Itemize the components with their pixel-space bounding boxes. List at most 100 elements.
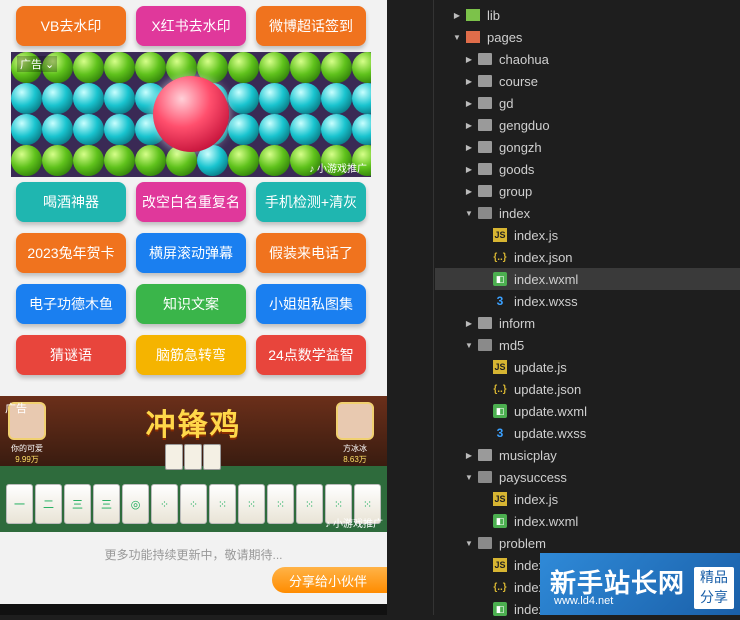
chevron-right-icon[interactable]: ▶: [463, 77, 475, 86]
bottom-bar: [0, 604, 387, 615]
tree-item[interactable]: ▶ gongzh: [435, 136, 740, 158]
folder-icon: [478, 317, 492, 329]
chevron-down-icon[interactable]: ▼: [463, 473, 475, 482]
chevron-right-icon[interactable]: ▶: [463, 55, 475, 64]
ad-source: ♪ 小游戏推广: [325, 519, 383, 530]
tree-item[interactable]: ▶ lib: [435, 4, 740, 26]
feature-button[interactable]: 横屏滚动弹幕: [136, 233, 246, 273]
red-bubble: [153, 76, 229, 152]
tree-item-label: update.js: [514, 359, 567, 375]
mahjong-tile: 三: [64, 484, 91, 524]
mahjong-tile: ⁘: [180, 484, 207, 524]
chevron-right-icon[interactable]: ▶: [463, 451, 475, 460]
bubble: [42, 145, 73, 176]
ad-tag: 广告: [5, 403, 27, 415]
chevron-down-icon[interactable]: ▼: [463, 539, 475, 548]
panel-divider[interactable]: [433, 0, 434, 615]
tree-item[interactable]: ▼ pages: [435, 26, 740, 48]
feature-button[interactable]: 24点数学益智: [256, 335, 366, 375]
tree-item[interactable]: ◧ index.wxml: [435, 268, 740, 290]
tree-item[interactable]: 3 index.wxss: [435, 290, 740, 312]
more-coming-text: 更多功能持续更新中，敬请期待...: [104, 548, 283, 562]
folder-icon: [478, 207, 492, 219]
bubble: [321, 83, 352, 114]
tree-item[interactable]: {..} index.json: [435, 246, 740, 268]
feature-button[interactable]: 手机检测+清灰: [256, 182, 366, 222]
tree-item[interactable]: ▶ inform: [435, 312, 740, 334]
tree-item[interactable]: ◧ update.wxml: [435, 400, 740, 422]
tree-item[interactable]: 3 update.wxss: [435, 422, 740, 444]
folder-icon: [478, 185, 492, 197]
feature-button[interactable]: 小姐姐私图集: [256, 284, 366, 324]
tree-item[interactable]: ▶ gd: [435, 92, 740, 114]
tree-item[interactable]: ▼ index: [435, 202, 740, 224]
chevron-right-icon[interactable]: ▶: [463, 143, 475, 152]
tree-item[interactable]: ▶ musicplay: [435, 444, 740, 466]
feature-button[interactable]: 微博超话签到: [256, 6, 366, 46]
folder-icon: [478, 97, 492, 109]
tree-item-label: index.js: [514, 227, 559, 243]
player-name-right: 方冰冰: [343, 444, 367, 453]
tree-item[interactable]: JS index.js: [435, 224, 740, 246]
tree-item[interactable]: {..} update.json: [435, 378, 740, 400]
tree-item-label: index.js: [514, 491, 559, 507]
banner-ad-bubble-game[interactable]: 广告 ⌄ ♪ 小游戏推广: [11, 52, 371, 177]
feature-button[interactable]: 改空白名重复名: [136, 182, 246, 222]
chevron-down-icon[interactable]: ▼: [463, 341, 475, 350]
bubble: [321, 52, 352, 83]
chevron-right-icon[interactable]: ▶: [463, 187, 475, 196]
mahjong-tile: ◎: [122, 484, 149, 524]
tree-item[interactable]: ▶ goods: [435, 158, 740, 180]
tree-item[interactable]: ▼ md5: [435, 334, 740, 356]
feature-button[interactable]: 电子功德木鱼: [16, 284, 126, 324]
bubble: [135, 52, 166, 83]
tree-item[interactable]: ▶ course: [435, 70, 740, 92]
feature-button[interactable]: X红书去水印: [136, 6, 246, 46]
feature-button[interactable]: 知识文案: [136, 284, 246, 324]
chevron-right-icon[interactable]: ▶: [463, 165, 475, 174]
feature-row-3: 2023兔年贺卡 横屏滚动弹幕 假装来电话了: [16, 233, 366, 273]
tree-item[interactable]: JS index.js: [435, 488, 740, 510]
chevron-down-icon[interactable]: ▼: [451, 33, 463, 42]
chevron-right-icon[interactable]: ▶: [463, 121, 475, 130]
feature-button[interactable]: 2023兔年贺卡: [16, 233, 126, 273]
chevron-right-icon[interactable]: ▶: [463, 319, 475, 328]
folder-icon: [478, 163, 492, 175]
wxss-file-icon: 3: [496, 294, 504, 308]
share-button[interactable]: 分享给小伙伴: [272, 567, 387, 593]
chevron-right-icon[interactable]: ▶: [451, 11, 463, 20]
js-file-icon: JS: [493, 360, 507, 374]
feature-row-2: 喝酒神器 改空白名重复名 手机检测+清灰: [16, 182, 366, 222]
feature-button[interactable]: 假装来电话了: [256, 233, 366, 273]
tree-item[interactable]: ◧ index.wxml: [435, 510, 740, 532]
feature-button[interactable]: VB去水印: [16, 6, 126, 46]
json-file-icon: {..}: [493, 251, 507, 263]
tree-item-label: paysuccess: [499, 469, 567, 485]
chevron-right-icon[interactable]: ▶: [463, 99, 475, 108]
feature-row-1: VB去水印 X红书去水印 微博超话签到: [16, 6, 366, 46]
feature-row-5: 猜谜语 脑筋急转弯 24点数学益智: [16, 335, 366, 375]
feature-button[interactable]: 脑筋急转弯: [136, 335, 246, 375]
wxml-file-icon: ◧: [493, 272, 507, 286]
tree-item[interactable]: ▼ problem: [435, 532, 740, 554]
bubble: [259, 52, 290, 83]
bubble: [290, 83, 321, 114]
tree-item[interactable]: ▶ chaohua: [435, 48, 740, 70]
tree-item[interactable]: JS update.js: [435, 356, 740, 378]
phone-preview: VB去水印 X红书去水印 微博超话签到 广告 ⌄ ♪ 小游戏推广 喝酒神器 改空…: [0, 0, 387, 615]
ad-tag: 广告 ⌄: [17, 56, 58, 72]
tree-item[interactable]: ▼ paysuccess: [435, 466, 740, 488]
feature-button[interactable]: 猜谜语: [16, 335, 126, 375]
tree-item-label: index.wxml: [514, 513, 579, 529]
player-avatar-right: [336, 402, 374, 440]
feature-button[interactable]: 喝酒神器: [16, 182, 126, 222]
mahjong-tile: 二: [35, 484, 62, 524]
folder-icon: [478, 141, 492, 153]
tree-item[interactable]: ▶ gengduo: [435, 114, 740, 136]
tree-item[interactable]: ▶ group: [435, 180, 740, 202]
chevron-down-icon[interactable]: ▼: [463, 209, 475, 218]
player-name-left: 你的可爱: [11, 444, 43, 453]
bubble: [104, 114, 135, 145]
tree-item-label: index: [499, 205, 531, 221]
bubble: [73, 52, 104, 83]
